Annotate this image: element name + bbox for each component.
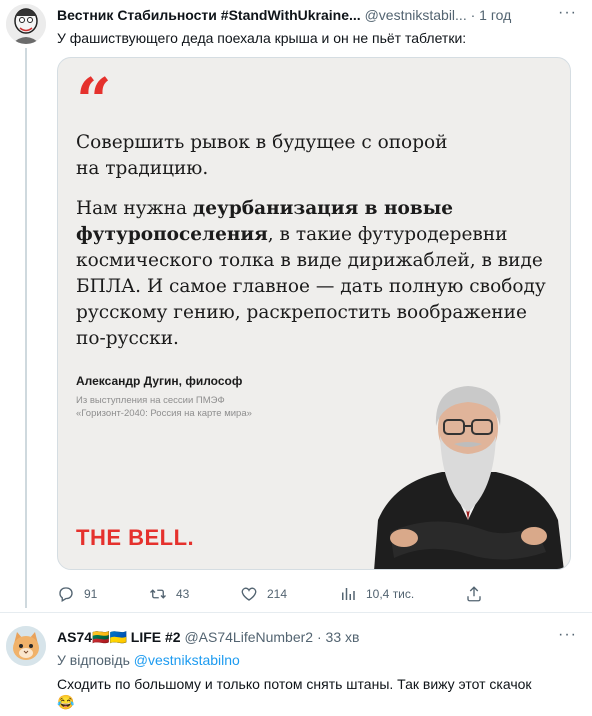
reply-text-emoji: 😂 [57,694,75,710]
quote-body: Нам нужна деурбанизация в новые футуропо… [76,196,556,352]
reply-to-line: У відповідь @vestnikstabilno [57,652,240,668]
reply-more-icon[interactable]: ··· [558,626,577,644]
tweet-actions: 91 43 214 10,4 тис. [57,584,517,604]
more-icon[interactable]: ··· [558,4,577,22]
retweet-icon [150,589,166,599]
quote-body-pre: Нам нужна [76,198,193,219]
views-icon [342,588,355,600]
reply-separator-dot: · [316,629,322,645]
tweet-time[interactable]: 1 год [479,7,511,23]
like-button[interactable]: 214 [240,584,287,604]
reply-icon [59,587,73,602]
reply-button[interactable]: 91 [57,584,97,604]
like-count: 214 [267,587,288,601]
tweet-text: У фашиствующего деда поехала крыша и он … [57,30,467,46]
tweet-header: Вестник Стабильности #StandWithUkraine..… [57,6,511,24]
share-icon [467,586,481,602]
share-button[interactable] [465,584,483,604]
like-icon [241,587,257,601]
quote-image-card[interactable]: “ Совершить рывок в будущее с опорой на … [57,57,571,570]
reply-author-avatar[interactable] [6,626,46,666]
reply-text-body: Сходить по большому и только потом снять… [57,676,532,692]
thread-line [25,48,27,608]
reply-header: AS74🇱🇹🇺🇦 LIFE #2 @AS74LifeNumber2 · 33 х… [57,628,359,646]
views-count: 10,4 тис. [366,587,415,601]
quote-source: Из выступления на сессии ПМЭФ «Горизонт-… [76,394,316,420]
reply-text: Сходить по большому и только потом снять… [57,675,532,711]
quote-mark: “ [76,64,112,137]
separator-dot: · [470,7,476,23]
brand-logo: THE BELL. [76,525,195,550]
retweet-button[interactable]: 43 [149,584,189,604]
quote-author: Александр Дугин, философ [76,374,243,388]
reply-time[interactable]: 33 хв [326,629,360,645]
quote-lead: Совершить рывок в будущее с опорой на тр… [76,132,448,179]
author-handle[interactable]: @vestnikstabil... [365,7,467,23]
reply-count: 91 [84,587,98,601]
caricature-avatar-image [6,4,46,44]
views-button[interactable]: 10,4 тис. [339,584,414,604]
retweet-count: 43 [176,587,190,601]
quote-source-line1: Из выступления на сессии ПМЭФ [76,395,225,406]
reply-author-name[interactable]: AS74🇱🇹🇺🇦 LIFE #2 [57,629,181,645]
cat-avatar-image [6,626,46,666]
reply-to-handle[interactable]: @vestnikstabilno [134,652,240,668]
portrait-illustration [374,386,564,569]
author-avatar[interactable] [6,4,46,44]
author-name[interactable]: Вестник Стабильности #StandWithUkraine..… [57,7,361,23]
reply-to-prefix: У відповідь [57,652,134,668]
reply-author-handle[interactable]: @AS74LifeNumber2 [184,629,313,645]
quote-source-line2: «Горизонт-2040: Россия на карте мира» [76,408,252,419]
